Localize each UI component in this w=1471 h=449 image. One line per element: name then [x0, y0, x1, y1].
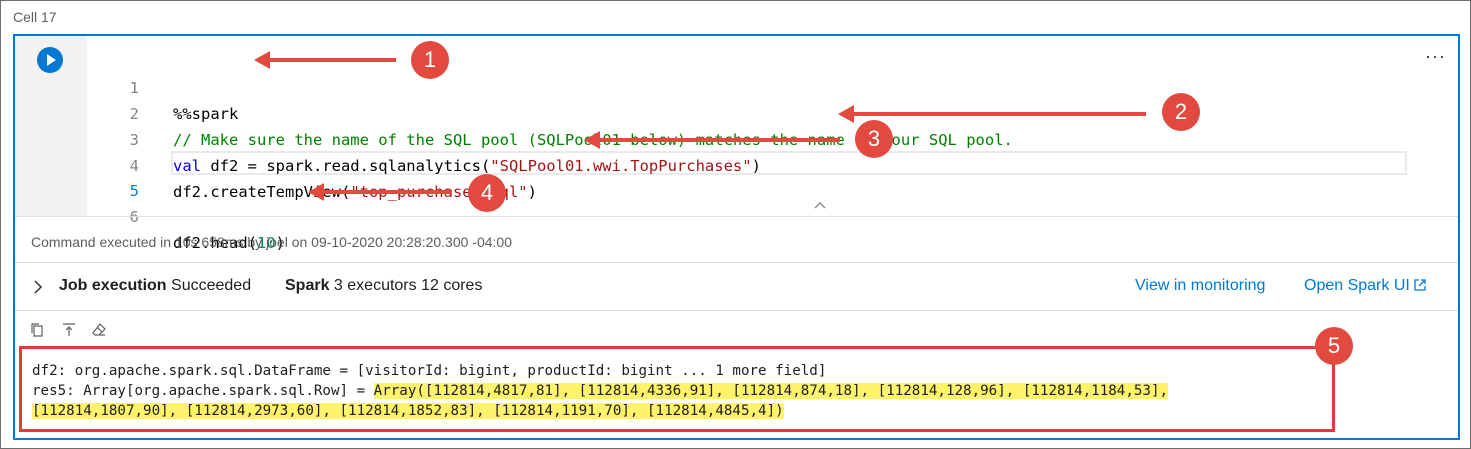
- code-segment: ): [751, 157, 761, 175]
- job-state: Succeeded: [171, 277, 252, 294]
- open-spark-ui-label: Open Spark UI: [1304, 277, 1410, 294]
- cell-label: Cell 17: [13, 9, 57, 25]
- code-line-6: 6 df2.head(10): [87, 178, 285, 252]
- external-link-icon: [1414, 279, 1426, 291]
- callout-arrow-2: [838, 105, 1146, 123]
- cell-gutter: [15, 36, 87, 216]
- callout-badge-2: 2: [1162, 93, 1200, 131]
- callout-badge-3: 3: [855, 120, 893, 158]
- open-spark-ui-link[interactable]: Open Spark UI: [1304, 277, 1426, 295]
- code-editor[interactable]: 1 %%spark 2 // Make sure the name of the…: [87, 36, 1458, 252]
- code-line-5: 5: [87, 152, 143, 200]
- output-highlight: Array([112814,4817,81], [112814,4336,91]…: [373, 383, 1169, 399]
- output-highlight: [112814,1807,90], [112814,2973,60], [112…: [32, 403, 784, 419]
- code-line-2: 2 // Make sure the name of the SQL pool …: [87, 75, 1013, 149]
- divider: [15, 310, 1458, 311]
- code-line-1: 1 %%spark: [87, 49, 239, 123]
- line-number: 6: [129, 208, 139, 226]
- code-text: val df2 = spark.read.sqlanalytics("SQLPo…: [173, 153, 761, 179]
- spark-info: Spark 3 executors 12 cores: [285, 277, 482, 295]
- run-cell-button[interactable]: [37, 47, 63, 73]
- callout-arrow-1: [254, 51, 396, 69]
- view-in-monitoring-link[interactable]: View in monitoring: [1135, 277, 1265, 295]
- output-line-1: df2: org.apache.spark.sql.DataFrame = [v…: [32, 363, 827, 379]
- more-options-icon[interactable]: ···: [1425, 46, 1446, 67]
- divider: [15, 216, 1458, 217]
- job-execution-label: Job execution: [59, 277, 167, 294]
- code-segment: df2 = spark.read.sqlanalytics(: [201, 157, 491, 175]
- code-keyword: val: [173, 157, 201, 175]
- job-execution-status: Job execution Succeeded: [59, 277, 251, 295]
- output-line-2: res5: Array[org.apache.spark.sql.Row] = …: [32, 381, 1169, 401]
- collapse-chevron-up-icon[interactable]: [813, 200, 827, 210]
- spark-executors: 3 executors 12 cores: [333, 277, 483, 294]
- execution-status-text: Command executed in 10s 658ms by joel on…: [31, 234, 512, 250]
- callout-arrow-4: [308, 183, 452, 201]
- job-execution-row: Job execution Succeeded Spark 3 executor…: [15, 272, 1458, 302]
- spark-label: Spark: [285, 277, 330, 294]
- callout-badge-1: 1: [411, 41, 449, 79]
- clear-output-eraser-icon[interactable]: [91, 322, 107, 338]
- code-text: %%spark: [173, 105, 239, 123]
- notebook-cell[interactable]: 1 %%spark 2 // Make sure the name of the…: [13, 34, 1460, 440]
- expand-chevron-right-icon[interactable]: [33, 279, 43, 295]
- code-segment: ): [527, 183, 537, 201]
- move-to-top-icon[interactable]: [61, 322, 77, 338]
- copy-icon[interactable]: [29, 322, 45, 338]
- divider: [15, 262, 1458, 263]
- callout-badge-4: 4: [468, 174, 506, 212]
- cell-output-box: df2: org.apache.spark.sql.DataFrame = [v…: [19, 346, 1335, 432]
- output-prefix: res5: Array[org.apache.spark.sql.Row] =: [32, 383, 374, 399]
- code-line-3: 3 val df2 = spark.read.sqlanalytics("SQL…: [87, 101, 761, 175]
- callout-badge-5: 5: [1315, 327, 1353, 365]
- code-line-4: 4 df2.createTempView("top_purchases_sql"…: [87, 127, 537, 201]
- output-line-3: [112814,1807,90], [112814,2973,60], [112…: [32, 401, 784, 421]
- callout-arrow-3: [584, 131, 840, 149]
- code-string: "SQLPool01.wwi.TopPurchases": [490, 157, 752, 175]
